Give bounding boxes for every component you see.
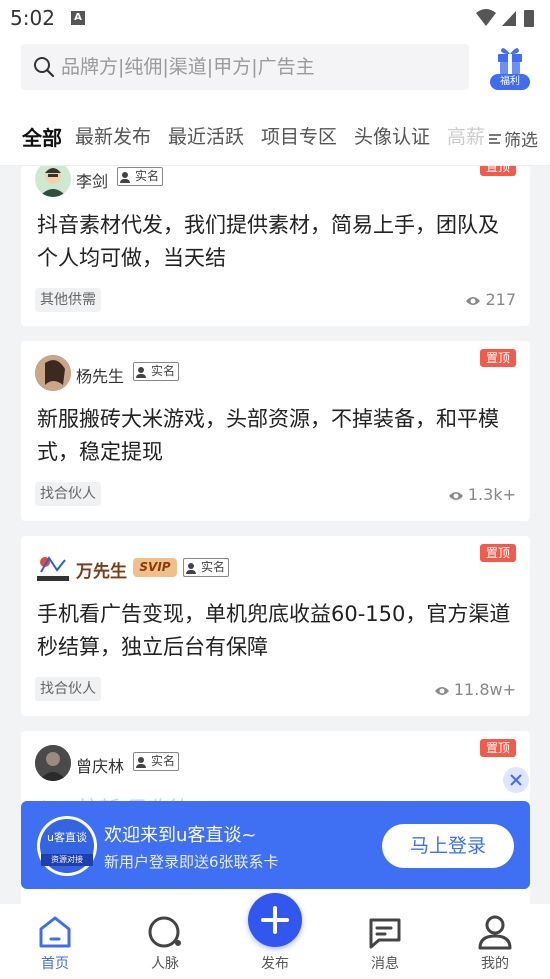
nav-contacts[interactable]: 人脉 <box>110 904 220 979</box>
view-count: 11.8w+ <box>434 680 516 699</box>
app-logo-ribbon: 资源对接 <box>41 854 93 866</box>
filter-label: 筛选 <box>504 131 538 151</box>
status-bar: 5:02 A <box>0 0 550 36</box>
system-status-icons <box>476 9 534 27</box>
nav-profile-label: 我的 <box>481 956 509 972</box>
post-author: 曾庆林 <box>76 757 125 776</box>
user-icon <box>478 915 512 950</box>
post-tag: 找合伙人 <box>35 482 101 506</box>
home-icon <box>39 916 71 948</box>
verified-badge: 实名 <box>133 362 180 381</box>
post-title: 抖音素材代发，我们提供素材，简易上手，团队及个人均可做，当天结 <box>37 213 499 270</box>
close-banner-button[interactable] <box>503 767 529 793</box>
svip-badge: SVIP <box>133 558 177 577</box>
view-count: 217 <box>465 290 516 309</box>
banner-headline: 欢迎来到u客直谈~ <box>104 825 257 846</box>
post-card[interactable]: 杨先生 实名 置顶 新服搬砖大米游戏，头部资源，不掉装备，和平模式，稳定提现 找… <box>21 341 530 521</box>
verified-badge: 实名 <box>183 558 230 577</box>
avatar <box>35 550 71 586</box>
search-icon <box>34 57 55 78</box>
nav-home[interactable]: 首页 <box>0 904 110 979</box>
avatar <box>35 166 71 197</box>
gift-icon <box>498 48 522 74</box>
tab-active[interactable]: 最近活跃 <box>168 122 244 149</box>
post-tag: 找合伙人 <box>35 677 101 701</box>
pinned-badge: 置顶 <box>480 544 516 562</box>
notification-a-icon: A <box>71 11 85 25</box>
post-author: 李剑 <box>76 172 109 191</box>
nav-messages-label: 消息 <box>371 956 399 972</box>
view-count-value: 11.8w+ <box>453 680 516 699</box>
post-title: 新服搬砖大米游戏，头部资源，不掉装备，和平模式，稳定提现 <box>37 407 499 464</box>
nav-publish-label: 发布 <box>261 956 289 972</box>
post-author: 杨先生 <box>76 367 125 386</box>
pinned-badge: 置顶 <box>480 349 516 367</box>
filter-icon <box>489 134 501 144</box>
tab-avatar-verified[interactable]: 头像认证 <box>354 122 430 149</box>
filter-button[interactable]: 筛选 <box>484 126 538 151</box>
post-card[interactable]: 万先生 SVIP 实名 置顶 手机看广告变现，单机兜底收益60-150，官方渠道… <box>21 536 530 716</box>
post-author: 万先生 <box>76 562 127 582</box>
view-count: 1.3k+ <box>448 485 516 504</box>
banner-subline: 新用户登录即送6张联系卡 <box>104 853 279 871</box>
eye-icon <box>448 492 463 500</box>
eye-icon <box>434 687 449 695</box>
search-input[interactable] <box>61 51 461 83</box>
search-bar[interactable] <box>21 44 469 90</box>
post-tag: 其他供需 <box>35 288 101 312</box>
plus-icon <box>261 906 289 934</box>
welfare-label: 福利 <box>490 74 530 90</box>
post-card[interactable]: 李剑 实名 置顶 抖音素材代发，我们提供素材，简易上手，团队及个人均可做，当天结… <box>21 166 530 326</box>
eye-icon <box>466 297 481 305</box>
status-time: 5:02 <box>10 6 55 30</box>
nav-profile[interactable]: 我的 <box>440 904 550 979</box>
category-tabs: 全部 最新发布 最近活跃 项目专区 头像认证 高薪 <box>0 122 550 156</box>
avatar <box>35 745 71 781</box>
login-button[interactable]: 马上登录 <box>382 824 514 868</box>
tab-high-pay[interactable]: 高薪 <box>447 122 485 149</box>
verified-badge: 实名 <box>133 752 180 771</box>
header: 福利 全部 最新发布 最近活跃 项目专区 头像认证 高薪 筛选 <box>0 36 550 166</box>
view-count-value: 1.3k+ <box>467 485 516 504</box>
pinned-badge: 置顶 <box>480 166 516 176</box>
pinned-badge: 置顶 <box>480 739 516 757</box>
tab-latest[interactable]: 最新发布 <box>75 122 151 149</box>
contacts-icon <box>148 916 181 948</box>
verified-badge: 实名 <box>117 167 164 186</box>
view-count-value: 217 <box>485 290 516 309</box>
tab-projects[interactable]: 项目专区 <box>261 122 337 149</box>
post-title: 手机看广告变现，单机兜底收益60-150，官方渠道 秒结算，独立后台有保障 <box>37 602 511 659</box>
close-icon <box>510 774 522 786</box>
nav-messages[interactable]: 消息 <box>330 904 440 979</box>
app-logo: u客直谈 资源对接 <box>37 816 97 876</box>
login-banner: u客直谈 资源对接 欢迎来到u客直谈~ 新用户登录即送6张联系卡 马上登录 <box>21 801 530 889</box>
welfare-button[interactable]: 福利 <box>490 44 530 90</box>
publish-button[interactable] <box>248 893 302 947</box>
nav-contacts-label: 人脉 <box>151 956 179 972</box>
tab-all[interactable]: 全部 <box>22 122 62 151</box>
message-icon <box>369 918 401 949</box>
avatar <box>35 355 71 391</box>
nav-home-label: 首页 <box>41 956 69 972</box>
